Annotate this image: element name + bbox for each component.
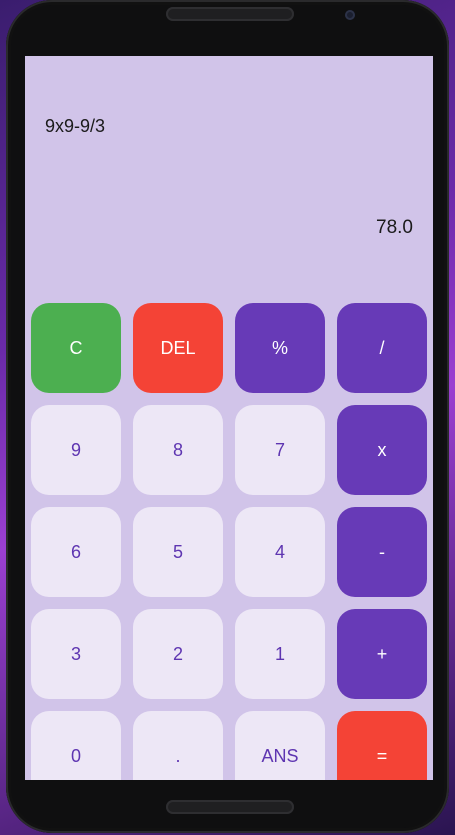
digit-4-button[interactable]: 4	[235, 507, 325, 597]
digit-2-button[interactable]: 2	[133, 609, 223, 699]
phone-frame: 9x9-9/3 78.0 C DEL % / 9 8 7 x 6 5 4 - 3…	[6, 0, 449, 833]
equals-button[interactable]: =	[337, 711, 427, 780]
percent-button[interactable]: %	[235, 303, 325, 393]
expression-display: 9x9-9/3	[45, 116, 106, 136]
digit-8-button[interactable]: 8	[133, 405, 223, 495]
subtract-button[interactable]: -	[337, 507, 427, 597]
clear-button[interactable]: C	[31, 303, 121, 393]
divide-button[interactable]: /	[337, 303, 427, 393]
bottom-speaker	[166, 800, 294, 814]
multiply-button[interactable]: x	[337, 405, 427, 495]
keypad: C DEL % / 9 8 7 x 6 5 4 - 3 2 1 + 0 . AN…	[31, 303, 427, 780]
answer-button[interactable]: ANS	[235, 711, 325, 780]
front-camera-icon	[345, 10, 355, 20]
digit-0-button[interactable]: 0	[31, 711, 121, 780]
decimal-button[interactable]: .	[133, 711, 223, 780]
result-display: 78.0	[376, 217, 413, 238]
digit-1-button[interactable]: 1	[235, 609, 325, 699]
digit-5-button[interactable]: 5	[133, 507, 223, 597]
calculator-screen: 9x9-9/3 78.0 C DEL % / 9 8 7 x 6 5 4 - 3…	[25, 56, 433, 780]
digit-7-button[interactable]: 7	[235, 405, 325, 495]
earpiece-speaker	[166, 7, 294, 21]
digit-9-button[interactable]: 9	[31, 405, 121, 495]
delete-button[interactable]: DEL	[133, 303, 223, 393]
digit-6-button[interactable]: 6	[31, 507, 121, 597]
digit-3-button[interactable]: 3	[31, 609, 121, 699]
add-button[interactable]: +	[337, 609, 427, 699]
